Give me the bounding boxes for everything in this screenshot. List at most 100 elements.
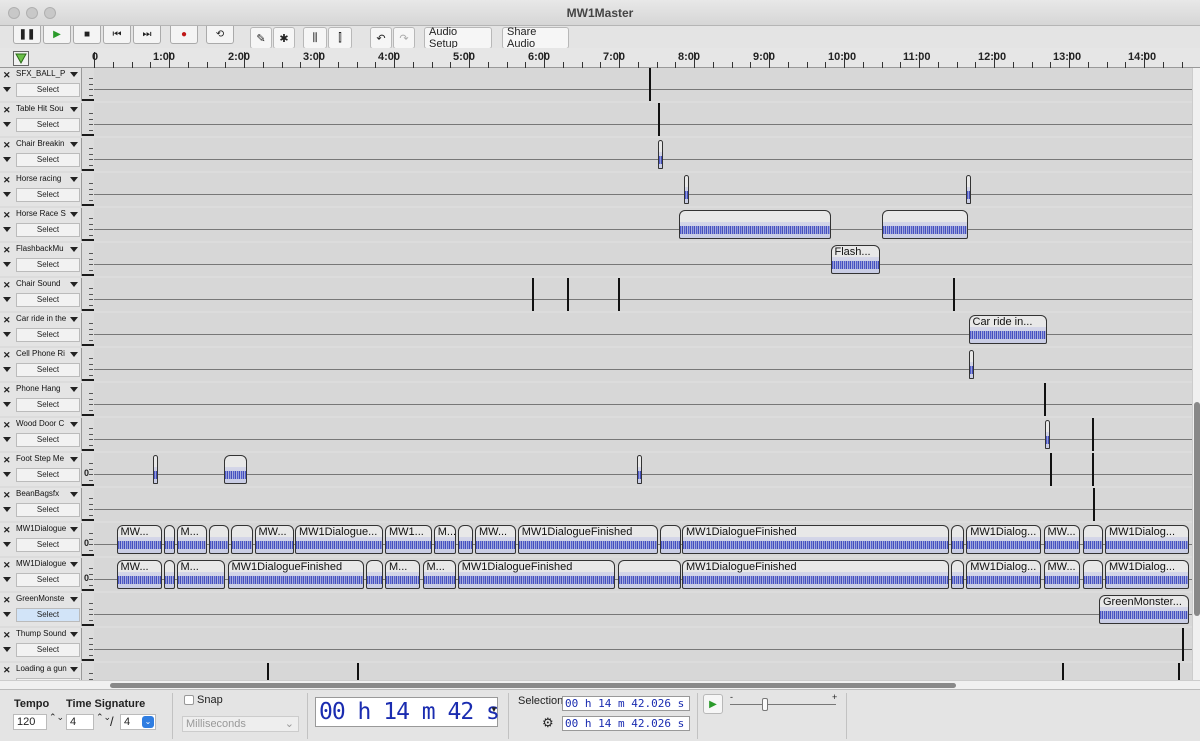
clip-boundary[interactable] bbox=[1181, 628, 1184, 661]
audio-clip[interactable] bbox=[1082, 560, 1103, 589]
track-lane[interactable] bbox=[94, 208, 1192, 241]
audio-clip[interactable]: M... bbox=[176, 525, 207, 554]
close-track-icon[interactable]: ✕ bbox=[3, 210, 11, 221]
track-select-button[interactable]: Select bbox=[16, 258, 80, 272]
track-select-button[interactable]: Select bbox=[16, 398, 80, 412]
track-select-button[interactable]: Select bbox=[16, 573, 80, 587]
stop-button[interactable]: ■ bbox=[73, 26, 101, 44]
audio-clip[interactable] bbox=[658, 140, 663, 169]
clip-boundary[interactable] bbox=[1043, 383, 1046, 416]
track-menu-chevron-down-icon[interactable] bbox=[70, 387, 78, 392]
clip-boundary[interactable] bbox=[1091, 453, 1094, 486]
vertical-scroll-thumb[interactable] bbox=[1194, 402, 1200, 616]
track-menu-chevron-down-icon[interactable] bbox=[70, 212, 78, 217]
collapse-track-chevron-icon[interactable] bbox=[3, 192, 11, 197]
collapse-track-chevron-icon[interactable] bbox=[3, 507, 11, 512]
close-track-icon[interactable]: ✕ bbox=[3, 315, 11, 326]
track-select-button[interactable]: Select bbox=[16, 118, 80, 132]
clip-boundary[interactable] bbox=[356, 663, 359, 680]
clip-boundary[interactable] bbox=[566, 278, 569, 311]
audio-clip[interactable]: MW1Dialog... bbox=[966, 525, 1042, 554]
time-sig-numerator-stepper[interactable]: ⌃⌄ bbox=[96, 712, 111, 723]
collapse-track-chevron-icon[interactable] bbox=[3, 227, 11, 232]
track-lane[interactable] bbox=[94, 348, 1192, 381]
collapse-track-chevron-icon[interactable] bbox=[3, 262, 11, 267]
collapse-track-chevron-icon[interactable] bbox=[3, 612, 11, 617]
skip-start-button[interactable]: ⏮ bbox=[103, 26, 131, 44]
collapse-track-chevron-icon[interactable] bbox=[3, 402, 11, 407]
track-lane[interactable] bbox=[94, 138, 1192, 171]
play-at-speed-button[interactable]: ▶ bbox=[703, 694, 723, 714]
clip-boundary[interactable] bbox=[1049, 453, 1052, 486]
trim-button[interactable]: ⫼ bbox=[303, 27, 327, 49]
redo-button[interactable]: ↷ bbox=[393, 27, 415, 49]
track-lane[interactable]: MW... M... MW... MW1Dialogue... MW1... M... MW… bbox=[94, 523, 1192, 556]
collapse-track-chevron-icon[interactable] bbox=[3, 122, 11, 127]
track-select-button[interactable]: Select bbox=[16, 468, 80, 482]
audio-clip[interactable] bbox=[457, 525, 473, 554]
audio-clip[interactable]: Car ride in... bbox=[968, 315, 1047, 344]
close-track-icon[interactable]: ✕ bbox=[3, 665, 11, 676]
track-menu-chevron-down-icon[interactable] bbox=[70, 107, 78, 112]
collapse-track-chevron-icon[interactable] bbox=[3, 367, 11, 372]
close-track-icon[interactable]: ✕ bbox=[3, 140, 11, 151]
tempo-input[interactable]: 120 bbox=[13, 714, 47, 730]
track-lane[interactable] bbox=[94, 453, 1192, 486]
audio-setup-button[interactable]: Audio Setup bbox=[424, 26, 492, 50]
close-track-icon[interactable]: ✕ bbox=[3, 630, 11, 641]
close-track-icon[interactable]: ✕ bbox=[3, 525, 11, 536]
collapse-track-chevron-icon[interactable] bbox=[3, 472, 11, 477]
audio-clip[interactable] bbox=[951, 525, 964, 554]
pause-button[interactable]: ❚❚ bbox=[13, 26, 41, 44]
audio-clip[interactable] bbox=[163, 560, 175, 589]
gear-icon[interactable]: ⚙ bbox=[542, 715, 554, 731]
audio-clip[interactable]: M... bbox=[176, 560, 226, 589]
clip-boundary[interactable] bbox=[617, 278, 620, 311]
record-button[interactable]: ● bbox=[170, 26, 198, 44]
track-menu-chevron-down-icon[interactable] bbox=[70, 317, 78, 322]
close-track-icon[interactable]: ✕ bbox=[3, 455, 11, 466]
track-menu-chevron-down-icon[interactable] bbox=[70, 527, 78, 532]
audio-clip[interactable]: MW1DialogueFinished bbox=[682, 560, 949, 589]
track-lane[interactable] bbox=[94, 173, 1192, 206]
speed-slider-track[interactable] bbox=[730, 704, 836, 705]
audio-clip[interactable] bbox=[660, 525, 681, 554]
collapse-track-chevron-icon[interactable] bbox=[3, 577, 11, 582]
close-track-icon[interactable]: ✕ bbox=[3, 280, 11, 291]
clip-boundary[interactable] bbox=[1091, 418, 1094, 451]
track-menu-chevron-down-icon[interactable] bbox=[70, 422, 78, 427]
clip-boundary[interactable] bbox=[532, 278, 534, 311]
time-sig-numerator-input[interactable]: 4 bbox=[66, 714, 94, 730]
audio-clip[interactable]: MW1Dialog... bbox=[1105, 560, 1189, 589]
close-track-icon[interactable]: ✕ bbox=[3, 490, 11, 501]
silence-button[interactable]: ⫿ bbox=[328, 27, 352, 49]
track-lane[interactable]: Car ride in... bbox=[94, 313, 1192, 346]
audio-clip[interactable] bbox=[679, 210, 831, 239]
close-track-icon[interactable]: ✕ bbox=[3, 175, 11, 186]
collapse-track-chevron-icon[interactable] bbox=[3, 437, 11, 442]
horizontal-scrollbar[interactable] bbox=[0, 680, 1200, 689]
track-lane[interactable]: GreenMonster... bbox=[94, 593, 1192, 626]
clip-boundary[interactable] bbox=[1093, 488, 1095, 521]
time-display[interactable]: 00 h 14 m 42 s bbox=[315, 697, 500, 727]
track-lane[interactable] bbox=[94, 663, 1192, 680]
time-format-dropdown-icon[interactable]: ▼ bbox=[490, 705, 498, 714]
clip-boundary[interactable] bbox=[1177, 663, 1180, 680]
audio-clip[interactable] bbox=[230, 525, 253, 554]
track-select-button[interactable]: Select bbox=[16, 538, 80, 552]
clip-boundary[interactable] bbox=[1061, 663, 1064, 680]
tempo-stepper[interactable]: ⌃⌄ bbox=[49, 712, 64, 723]
audio-clip[interactable] bbox=[1082, 525, 1103, 554]
audio-clip[interactable] bbox=[968, 350, 974, 379]
track-menu-chevron-down-icon[interactable] bbox=[70, 457, 78, 462]
track-lane[interactable] bbox=[94, 103, 1192, 136]
track-menu-chevron-down-icon[interactable] bbox=[70, 177, 78, 182]
share-audio-button[interactable]: Share Audio bbox=[502, 26, 569, 50]
track-select-button[interactable]: Select bbox=[16, 433, 80, 447]
audio-clip[interactable]: M... bbox=[433, 525, 456, 554]
track-menu-chevron-down-icon[interactable] bbox=[70, 247, 78, 252]
collapse-track-chevron-icon[interactable] bbox=[3, 542, 11, 547]
audio-clip[interactable]: MW... bbox=[116, 525, 162, 554]
audio-clip[interactable]: GreenMonster... bbox=[1099, 595, 1189, 624]
track-menu-chevron-down-icon[interactable] bbox=[70, 632, 78, 637]
